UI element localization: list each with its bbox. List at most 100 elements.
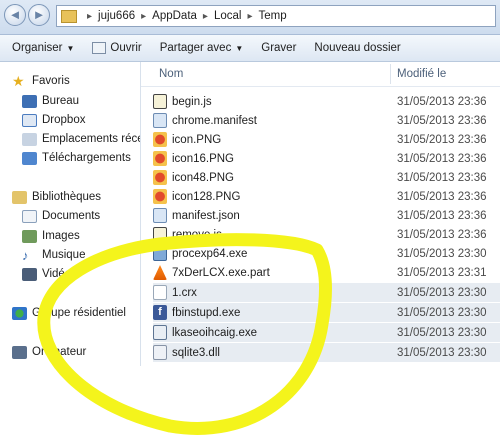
nav-homegroup[interactable]: Groupe résidentiel bbox=[12, 304, 126, 322]
computer-icon bbox=[12, 345, 27, 359]
blank-file-icon bbox=[153, 285, 167, 300]
file-name: procexp64.exe bbox=[172, 247, 248, 260]
nav-label: Vidéos bbox=[42, 268, 77, 280]
file-date: 31/05/2013 23:30 bbox=[397, 306, 487, 319]
new-folder-label: Nouveau dossier bbox=[314, 42, 401, 54]
blank-area bbox=[0, 366, 500, 448]
breadcrumb-temp[interactable]: Temp bbox=[258, 10, 286, 22]
file-row[interactable]: f fbinstupd.exe 31/05/2013 23:30 bbox=[153, 303, 500, 322]
nav-item-recent-places[interactable]: Emplacements récents bbox=[22, 130, 140, 148]
exe-icon bbox=[153, 325, 167, 340]
column-name-header[interactable]: Nom bbox=[159, 68, 183, 80]
downloads-icon bbox=[22, 151, 37, 165]
nav-label: Musique bbox=[42, 249, 86, 261]
navigation-pane: ★ Favoris Bureau Dropbox Emplacements ré… bbox=[0, 62, 141, 366]
nav-label: Favoris bbox=[32, 75, 70, 87]
file-date: 31/05/2013 23:36 bbox=[397, 171, 487, 184]
file-row[interactable]: icon48.PNG 31/05/2013 23:36 bbox=[153, 168, 500, 187]
column-modified-header[interactable]: Modifié le bbox=[397, 68, 446, 80]
column-divider[interactable] bbox=[390, 64, 391, 84]
nav-item-documents[interactable]: Documents bbox=[22, 207, 100, 225]
new-folder-button[interactable]: Nouveau dossier bbox=[314, 42, 400, 54]
chevron-right-icon: ▸ bbox=[87, 10, 93, 22]
file-date: 31/05/2013 23:36 bbox=[397, 133, 487, 146]
nav-label: Dropbox bbox=[42, 114, 86, 126]
open-icon bbox=[92, 42, 107, 54]
star-icon: ★ bbox=[12, 72, 25, 89]
nav-item-videos[interactable]: Vidéos bbox=[22, 265, 77, 283]
image-icon bbox=[153, 170, 167, 185]
videos-icon bbox=[22, 267, 37, 281]
manifest-icon bbox=[153, 113, 167, 128]
nav-item-bureau[interactable]: Bureau bbox=[22, 92, 79, 110]
file-row[interactable]: icon16.PNG 31/05/2013 23:36 bbox=[153, 149, 500, 168]
nav-item-images[interactable]: Images bbox=[22, 227, 80, 245]
nav-item-dropbox[interactable]: Dropbox bbox=[22, 111, 85, 129]
file-name: icon48.PNG bbox=[172, 171, 235, 184]
manifest-icon bbox=[153, 208, 167, 223]
chevron-right-icon: ▸ bbox=[247, 10, 253, 22]
file-row[interactable]: sqlite3.dll 31/05/2013 23:30 bbox=[153, 343, 500, 362]
file-name: sqlite3.dll bbox=[172, 346, 220, 359]
libraries-icon bbox=[12, 190, 27, 204]
nav-item-downloads[interactable]: Téléchargements bbox=[22, 149, 131, 167]
back-button[interactable]: ◄ bbox=[4, 4, 26, 26]
dll-icon bbox=[153, 345, 167, 360]
file-name: lkaseoihcaig.exe bbox=[172, 326, 258, 339]
burn-button[interactable]: Graver bbox=[261, 42, 296, 54]
images-icon bbox=[22, 229, 37, 243]
share-button[interactable]: Partager avec ▼ bbox=[160, 42, 244, 54]
file-date: 31/05/2013 23:36 bbox=[397, 209, 487, 222]
address-bar[interactable]: ▸ juju666 ▸ AppData ▸ Local ▸ Temp bbox=[56, 5, 496, 27]
nav-computer[interactable]: Ordinateur bbox=[12, 343, 86, 361]
file-row[interactable]: procexp64.exe 31/05/2013 23:30 bbox=[153, 244, 500, 263]
file-list: Nom Modifié le begin.js 31/05/2013 23:36… bbox=[141, 62, 500, 366]
chevron-down-icon: ▼ bbox=[235, 43, 244, 53]
file-row[interactable]: icon128.PNG 31/05/2013 23:36 bbox=[153, 187, 500, 206]
dropbox-icon bbox=[22, 113, 37, 127]
nav-label: Ordinateur bbox=[32, 346, 87, 358]
file-row[interactable]: manifest.json 31/05/2013 23:36 bbox=[153, 206, 500, 225]
file-row[interactable]: 7xDerLCX.exe.part 31/05/2013 23:31 bbox=[153, 263, 500, 282]
nav-label: Documents bbox=[42, 210, 101, 222]
vlc-icon bbox=[153, 265, 167, 280]
file-name: icon128.PNG bbox=[172, 190, 241, 203]
chevron-right-icon: ▸ bbox=[141, 10, 147, 22]
file-row[interactable]: chrome.manifest 31/05/2013 23:36 bbox=[153, 111, 500, 130]
file-row[interactable]: remove.js 31/05/2013 23:36 bbox=[153, 225, 500, 244]
organize-button[interactable]: Organiser ▼ bbox=[12, 42, 74, 54]
nav-favorites[interactable]: ★ Favoris bbox=[12, 72, 70, 90]
file-row[interactable]: begin.js 31/05/2013 23:36 bbox=[153, 92, 500, 111]
address-bar-area: ◄ ► ▸ juju666 ▸ AppData ▸ Local ▸ Temp bbox=[0, 0, 500, 35]
file-date: 31/05/2013 23:31 bbox=[397, 266, 487, 279]
file-row[interactable]: icon.PNG 31/05/2013 23:36 bbox=[153, 130, 500, 149]
file-date: 31/05/2013 23:36 bbox=[397, 114, 487, 127]
file-name: fbinstupd.exe bbox=[172, 306, 241, 319]
file-name: manifest.json bbox=[172, 209, 240, 222]
music-icon: ♪ bbox=[22, 247, 29, 263]
breadcrumb-juju666[interactable]: juju666 bbox=[98, 10, 135, 22]
nav-label: Images bbox=[42, 230, 80, 242]
file-date: 31/05/2013 23:36 bbox=[397, 190, 487, 203]
file-name: icon16.PNG bbox=[172, 152, 235, 165]
forward-button[interactable]: ► bbox=[28, 4, 50, 26]
homegroup-icon bbox=[12, 306, 27, 320]
breadcrumb-local[interactable]: Local bbox=[214, 10, 242, 22]
file-row[interactable]: lkaseoihcaig.exe 31/05/2013 23:30 bbox=[153, 323, 500, 342]
recent-places-icon bbox=[22, 132, 37, 146]
nav-label: Téléchargements bbox=[42, 152, 131, 164]
organize-label: Organiser bbox=[12, 42, 63, 54]
file-date: 31/05/2013 23:36 bbox=[397, 228, 487, 241]
burn-label: Graver bbox=[261, 42, 297, 54]
file-name: begin.js bbox=[172, 95, 212, 108]
image-icon bbox=[153, 189, 167, 204]
open-button[interactable]: Ouvrir bbox=[92, 42, 142, 54]
open-label: Ouvrir bbox=[110, 42, 142, 54]
file-row[interactable]: 1.crx 31/05/2013 23:30 bbox=[153, 283, 500, 302]
script-icon bbox=[153, 94, 167, 109]
breadcrumb-appdata[interactable]: AppData bbox=[152, 10, 197, 22]
file-date: 31/05/2013 23:30 bbox=[397, 286, 487, 299]
folder-icon bbox=[61, 9, 77, 23]
nav-item-music[interactable]: ♪ Musique bbox=[22, 246, 85, 264]
nav-libraries[interactable]: Bibliothèques bbox=[12, 188, 101, 206]
